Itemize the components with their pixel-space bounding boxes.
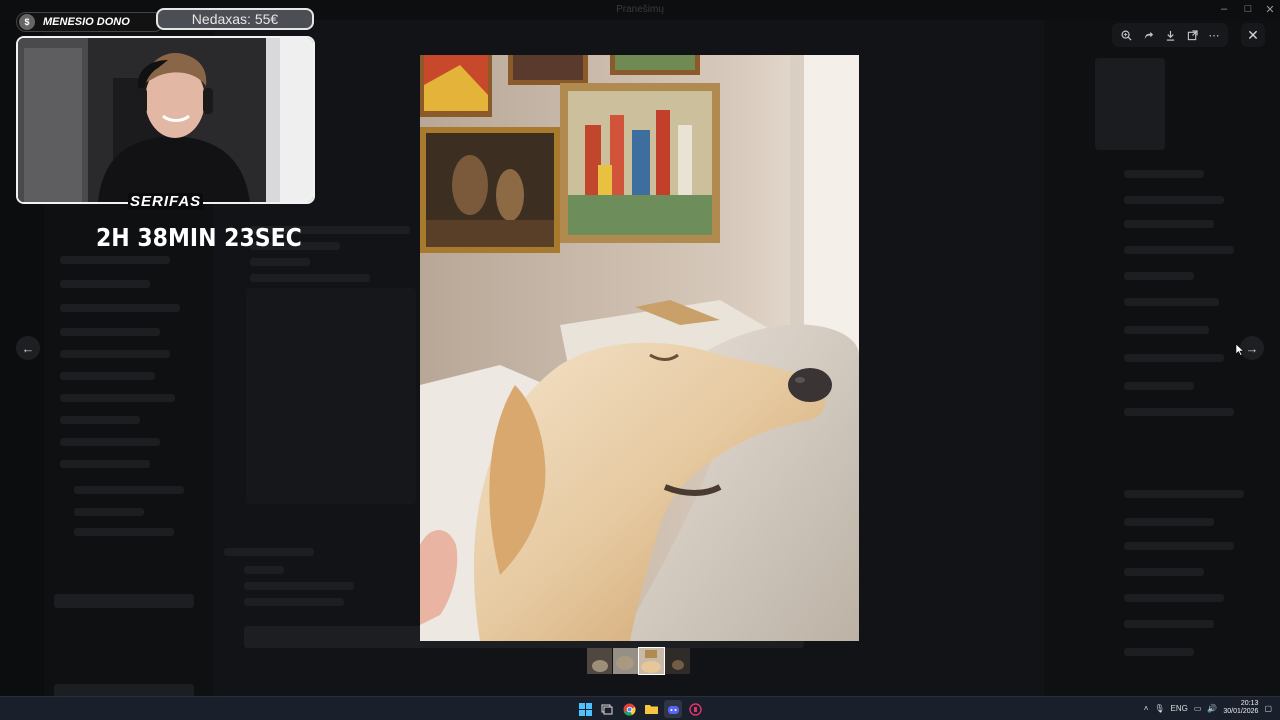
image-viewer-toolbar: ⋯: [1112, 23, 1228, 47]
windows-start-icon[interactable]: [576, 700, 594, 718]
streaming-app-icon[interactable]: [686, 700, 704, 718]
minimize-icon[interactable]: –: [1212, 3, 1236, 15]
open-external-icon[interactable]: [1182, 25, 1202, 45]
gallery-thumbnail[interactable]: [613, 648, 638, 674]
volume-icon[interactable]: 🔊: [1207, 704, 1217, 713]
gallery-thumbnail[interactable]: [587, 648, 612, 674]
system-tray: ˄ 🎙 ENG ▭ 🔊 20:13 30/01/2026 ▢: [1144, 700, 1272, 716]
member-banner: [1095, 58, 1165, 150]
screen: Pranešimų – □ ✕ ⋯ ✕ ← → $ MENESIO DONO N…: [0, 0, 1280, 720]
download-icon[interactable]: [1160, 25, 1180, 45]
donation-goal-badge: Nedaxas: 55€: [156, 8, 314, 30]
gallery-thumbnail[interactable]: [665, 648, 690, 674]
coin-icon: $: [19, 14, 35, 30]
forward-icon[interactable]: [1138, 25, 1158, 45]
stream-timer: 2H 38MIN 23SEC: [96, 224, 302, 253]
chat-image-preview: [246, 288, 416, 504]
gallery-thumbnail-active[interactable]: [638, 647, 665, 675]
discord-icon[interactable]: [664, 700, 682, 718]
window-close-icon[interactable]: ✕: [1258, 3, 1280, 16]
maximize-icon[interactable]: □: [1236, 3, 1260, 15]
notification-icon[interactable]: ▢: [1264, 704, 1272, 713]
taskbar-apps: [576, 700, 704, 718]
microphone-icon[interactable]: 🎙: [1154, 704, 1164, 713]
clock-date: 30/01/2026: [1223, 708, 1259, 715]
dog-photo-illustration: [420, 55, 859, 641]
streamer-name: SERIFAS: [128, 193, 204, 210]
language-indicator[interactable]: ENG: [1171, 704, 1188, 713]
monthly-donor-badge: $ MENESIO DONO: [16, 12, 164, 32]
more-icon[interactable]: ⋯: [1204, 25, 1224, 45]
chrome-icon[interactable]: [620, 700, 638, 718]
network-icon[interactable]: ▭: [1194, 704, 1202, 713]
windows-taskbar: ˄ 🎙 ENG ▭ 🔊 20:13 30/01/2026 ▢: [0, 696, 1280, 720]
clock-time: 20:13: [1240, 700, 1259, 707]
file-explorer-icon[interactable]: [642, 700, 660, 718]
zoom-icon[interactable]: [1116, 25, 1136, 45]
task-view-icon[interactable]: [598, 700, 616, 718]
clock[interactable]: 20:13 30/01/2026: [1223, 700, 1258, 716]
close-viewer-button[interactable]: ✕: [1241, 23, 1265, 47]
webcam-feed: [16, 36, 315, 204]
donor-label: MENESIO DONO: [43, 16, 130, 28]
previous-image-button[interactable]: ←: [16, 336, 40, 360]
gallery-thumbnails: [587, 647, 690, 675]
viewed-photo: [420, 55, 859, 641]
chevron-up-icon[interactable]: ˄: [1144, 704, 1149, 713]
